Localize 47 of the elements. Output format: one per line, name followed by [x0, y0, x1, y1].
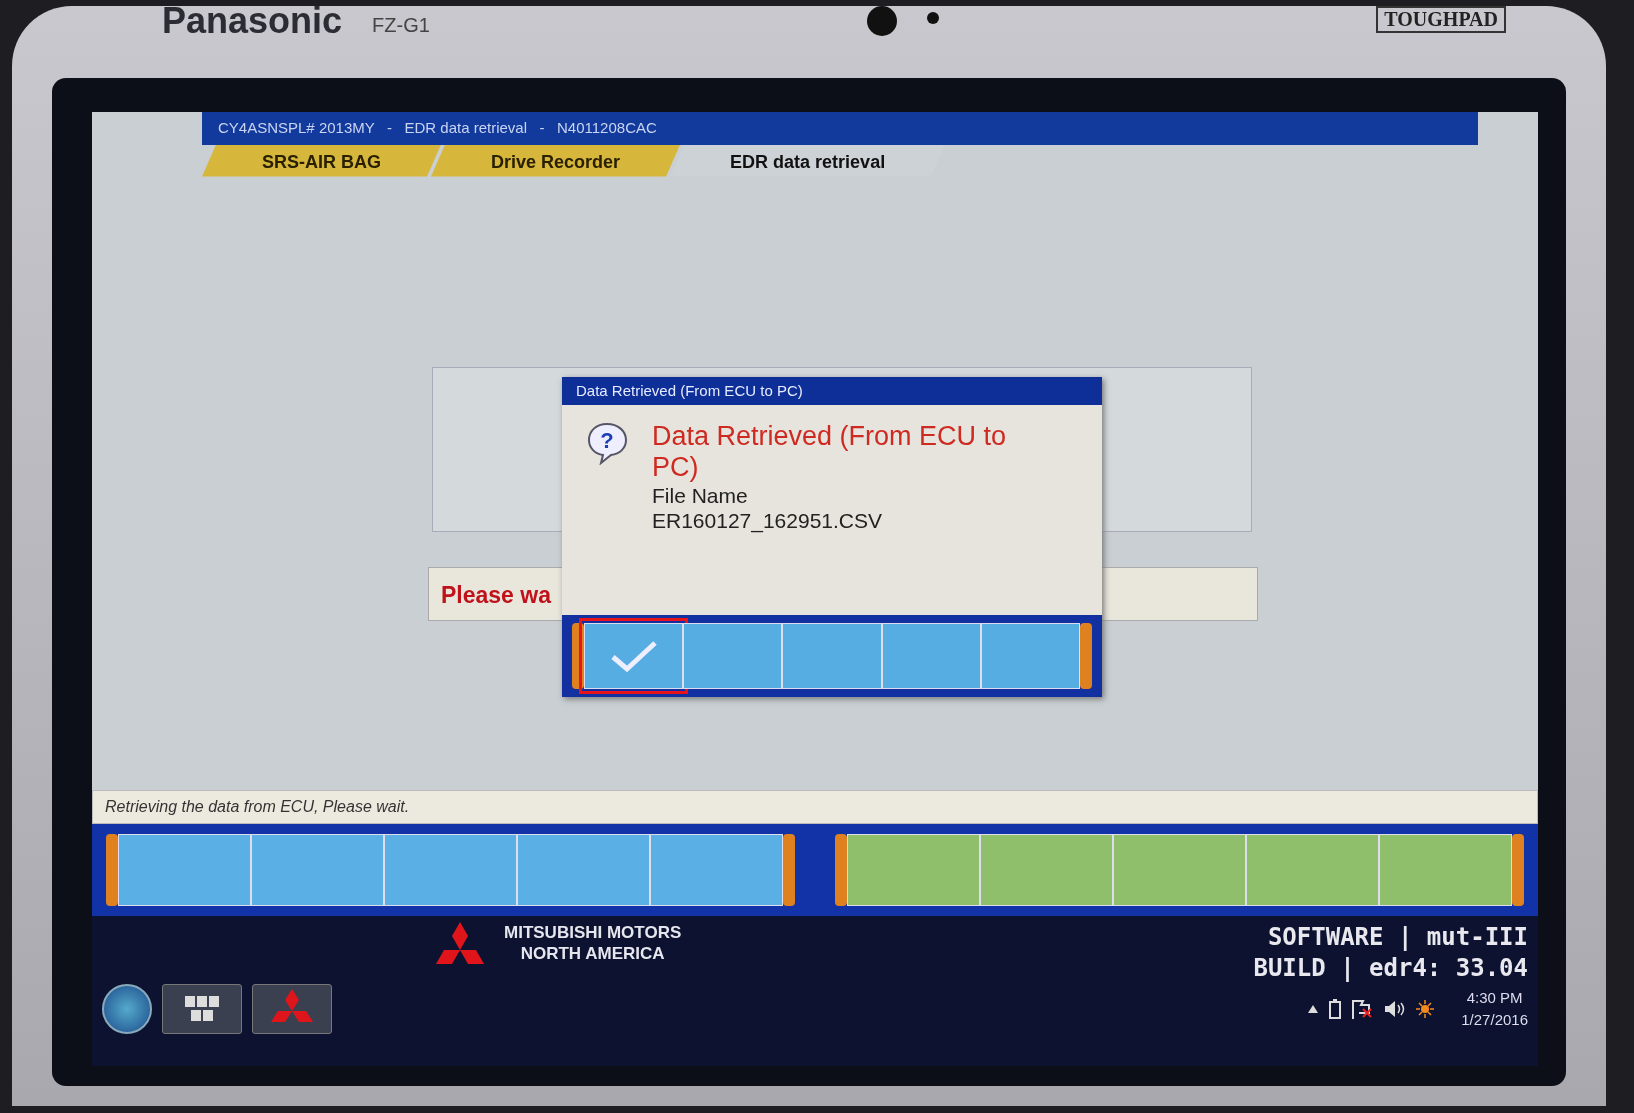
function-key[interactable]	[1113, 834, 1246, 906]
function-key[interactable]	[251, 834, 384, 906]
clock-date: 1/27/2016	[1461, 1010, 1528, 1030]
key-bar-end	[106, 834, 118, 906]
software-label: SOFTWARE | mut-III	[1266, 922, 1528, 953]
model-label: FZ-G1	[372, 14, 430, 37]
function-key[interactable]	[782, 623, 882, 689]
battery-icon	[1329, 999, 1342, 1019]
logo-text: NORTH AMERICA	[519, 943, 666, 964]
sensor-dot	[927, 12, 940, 24]
question-icon: ?	[586, 421, 628, 465]
up-arrow-icon	[1307, 1004, 1320, 1014]
sun-icon	[1415, 999, 1436, 1019]
function-key[interactable]	[1246, 834, 1379, 906]
function-key[interactable]	[847, 834, 980, 906]
software-label: BUILD | edr4: 33.04	[1253, 953, 1528, 984]
function-key[interactable]	[980, 834, 1113, 906]
function-key[interactable]	[650, 834, 783, 906]
function-key[interactable]	[980, 623, 1080, 689]
brand-label: Panasonic	[162, 6, 343, 36]
clock-time: 4:30 PM	[1465, 988, 1524, 1008]
function-key[interactable]	[517, 834, 650, 906]
camera-lens	[867, 6, 898, 36]
key-bar-end	[783, 834, 795, 906]
key-bar-end	[1512, 834, 1524, 906]
window-title: CY4ASNSPL# 2013MY - EDR data retrieval - N4011208CAC	[202, 112, 1478, 145]
dialog-heading: Data Retrieved (From ECU to PC)	[652, 421, 1008, 483]
status-text: Retrieving the data from ECU, Please wait.	[92, 790, 1538, 824]
dialog-title: Data Retrieved (From ECU to PC)	[562, 376, 1102, 405]
badge-label: TOUGHPAD	[1376, 6, 1506, 33]
key-bar-end	[835, 834, 847, 906]
logo-text: MITSUBISHI MOTORS	[504, 922, 682, 943]
start-button[interactable]	[102, 984, 152, 1034]
function-key[interactable]	[384, 834, 517, 906]
key-bar-end	[1080, 623, 1092, 689]
function-key[interactable]	[881, 623, 981, 689]
speaker-icon	[1383, 999, 1406, 1019]
function-key[interactable]	[118, 834, 251, 906]
tab[interactable]: SRS-AIR BAG	[202, 144, 441, 177]
function-key[interactable]	[1379, 834, 1512, 906]
taskbar-button[interactable]	[162, 984, 242, 1034]
dialog-text: ER160127_162951.CSV	[652, 508, 883, 533]
keyboard-icon	[184, 995, 220, 1023]
tab[interactable]: Drive Recorder	[431, 144, 681, 177]
dialog-text: File Name	[652, 483, 749, 508]
flag-icon	[1351, 999, 1374, 1019]
function-key[interactable]	[683, 623, 783, 689]
